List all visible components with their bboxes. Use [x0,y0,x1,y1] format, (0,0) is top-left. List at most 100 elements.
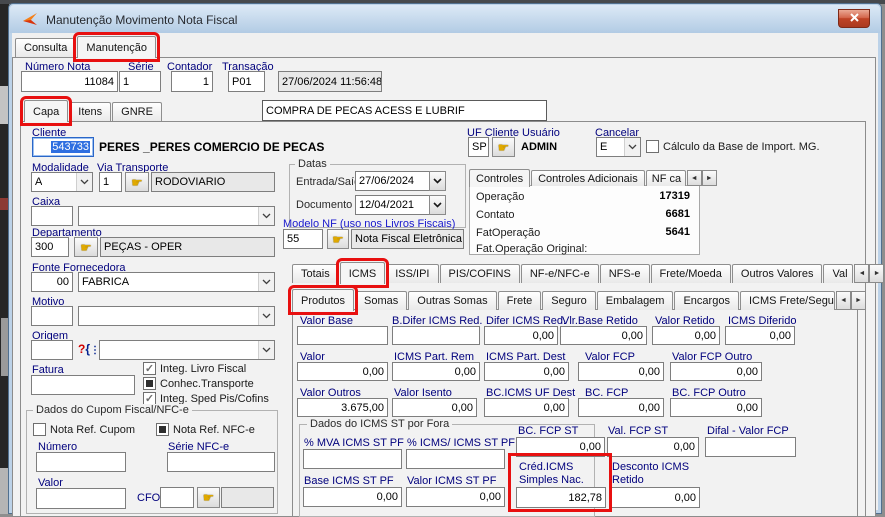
tab-capa[interactable]: Capa [19,96,73,126]
tab-seguro[interactable]: Seguro [542,291,596,310]
tab-somas[interactable]: Somas [355,291,408,310]
departamento-lookup-button[interactable]: ☛ [74,237,98,257]
icms-diferido-field[interactable]: 0,00 [725,326,795,345]
controles-tab-scroll-left-button[interactable]: ◄ [686,170,702,186]
origem-helper-icon[interactable]: ?{⋮ [78,342,100,356]
cred-icms-simples-nac-field[interactable]: 182,78 [516,487,606,508]
tab-totais[interactable]: Totais [292,264,339,283]
caixa-code-field[interactable] [31,206,73,226]
title-bar[interactable]: Manutenção Movimento Nota Fiscal [10,5,880,33]
icms-part-dest-field[interactable]: 0,00 [484,362,569,381]
modelo-nf-lookup-button[interactable]: ☛ [327,229,349,249]
b-difer-icms-red-field[interactable] [392,326,480,345]
tab-iss-ipi[interactable]: ISS/IPI [386,264,439,283]
modelo-nf-code-field[interactable]: 55 [283,229,323,249]
caixa-select[interactable] [78,206,275,226]
icms-part-rem-field[interactable]: 0,00 [392,362,480,381]
tab-embalagem[interactable]: Embalagem [596,291,674,310]
base-icms-st-pf-field[interactable]: 0,00 [303,487,402,507]
chevron-down-icon[interactable] [76,173,92,191]
integ-livro-fiscal-checkbox[interactable]: ✓ [143,362,156,375]
nota-ref-nfce-checkbox[interactable] [156,423,169,436]
tab-val[interactable]: Val [823,264,854,283]
cancelar-select[interactable]: E [596,137,641,157]
tab-itens[interactable]: Itens [69,102,112,121]
tab-gnre[interactable]: GNRE [112,102,162,121]
difal-valor-fcp-field[interactable] [705,437,796,457]
tab-produtos[interactable]: Produtos [287,285,359,315]
tab-controles[interactable]: Controles [469,169,531,187]
tab-frete-moeda[interactable]: Frete/Moeda [650,264,731,283]
numero-nota-field[interactable]: 11084 [21,71,118,92]
cupom-valor-field[interactable] [36,488,126,509]
tab-nf-ca[interactable]: NF ca [645,170,686,186]
desconto-icms-retido-field[interactable]: 0,00 [610,487,700,508]
chevron-down-icon[interactable] [258,307,274,325]
detail-tab-scroll-left-button[interactable]: ◄ [854,264,870,283]
via-transporte-lookup-button[interactable]: ☛ [125,172,149,192]
tab-controles-adicionais[interactable]: Controles Adicionais [531,170,645,186]
transacao-field[interactable]: P01 [228,71,265,92]
fonte-fornecedora-select[interactable]: FABRICA [78,272,275,292]
tab-icms-frete-seguro[interactable]: ICMS Frete/Seguro [739,291,835,310]
chevron-down-icon[interactable] [258,273,274,291]
valor-retido-field[interactable]: 0,00 [652,326,720,345]
conhec-transporte-checkbox[interactable] [143,377,156,390]
calculo-base-checkbox[interactable] [646,140,659,153]
usuario-lookup-button[interactable]: ☛ [492,137,515,157]
val-fcp-st-field[interactable]: 0,00 [607,437,699,457]
motivo-code-field[interactable] [31,306,73,326]
modalidade-select[interactable]: A [31,172,93,192]
bc-fcp-field[interactable]: 0,00 [578,398,664,417]
cfo-lookup-button[interactable]: ☛ [197,487,220,508]
tab-nfse[interactable]: NFS-e [599,264,650,283]
fatura-field[interactable] [31,375,135,395]
valor-outros-field[interactable]: 3.675,00 [297,398,388,417]
tab-pis-cofins[interactable]: PIS/COFINS [439,264,520,283]
chevron-down-icon[interactable] [258,341,274,359]
tab-encargos[interactable]: Encargos [674,291,739,310]
fonte-fornecedora-code-field[interactable]: 00 [31,272,73,292]
tab-outros-valores[interactable]: Outros Valores [731,264,823,283]
bc-fcp-st-field[interactable]: 0,00 [516,437,605,457]
valor-fcp-field[interactable]: 0,00 [578,362,664,381]
valor-isento-field[interactable]: 0,00 [392,398,477,417]
motivo-select[interactable] [78,306,275,326]
tab-frete[interactable]: Frete [497,291,542,310]
tab-icms[interactable]: ICMS [335,258,390,288]
bc-icms-uf-dest-field[interactable]: 0,00 [484,398,569,417]
icms-icms-st-pf-field[interactable] [406,449,505,469]
sub-tab-scroll-right-button[interactable]: ► [850,291,866,310]
bc-fcp-outro-field[interactable]: 0,00 [670,398,762,417]
origem-code-field[interactable] [31,340,73,360]
close-button[interactable] [838,9,870,28]
tab-nfe-nfce[interactable]: NF-e/NFC-e [520,264,599,283]
origem-select[interactable] [99,340,275,360]
cupom-numero-field[interactable] [36,452,126,472]
sub-tab-scroll-left-button[interactable]: ◄ [835,291,851,310]
contador-field[interactable]: 1 [171,71,213,92]
cfo-field[interactable] [160,487,194,508]
descricao-field[interactable]: COMPRA DE PECAS ACESS E LUBRIF [262,100,547,121]
vlr-base-retido-field[interactable]: 0,00 [560,326,647,345]
entrada-saida-date-field[interactable]: 27/06/2024 [355,171,430,191]
chevron-down-icon[interactable] [624,138,640,156]
controles-tab-scroll-right-button[interactable]: ► [701,170,717,186]
detail-tab-scroll-right-button[interactable]: ► [869,264,885,283]
cliente-code-field[interactable]: 543733 [32,137,94,157]
difer-icms-red-field[interactable]: 0,00 [484,326,558,345]
nota-ref-cupom-checkbox[interactable] [33,423,46,436]
valor-fcp-outro-field[interactable]: 0,00 [670,362,762,381]
valor-icms-st-pf-field[interactable]: 0,00 [406,487,505,507]
serie-nfce-field[interactable] [167,452,275,472]
documento-date-field[interactable]: 12/04/2021 [355,195,430,215]
chevron-down-icon[interactable] [258,207,274,225]
documento-date-dropdown[interactable] [429,195,446,215]
tab-outras-somas[interactable]: Outras Somas [408,291,497,310]
tab-consulta[interactable]: Consulta [15,38,77,57]
valor-base-field[interactable] [297,326,388,345]
via-transporte-code-field[interactable]: 1 [99,172,122,192]
valor-field[interactable]: 0,00 [297,362,388,381]
uf-field[interactable]: SP [468,137,489,157]
mva-icms-st-pf-field[interactable] [303,449,402,469]
